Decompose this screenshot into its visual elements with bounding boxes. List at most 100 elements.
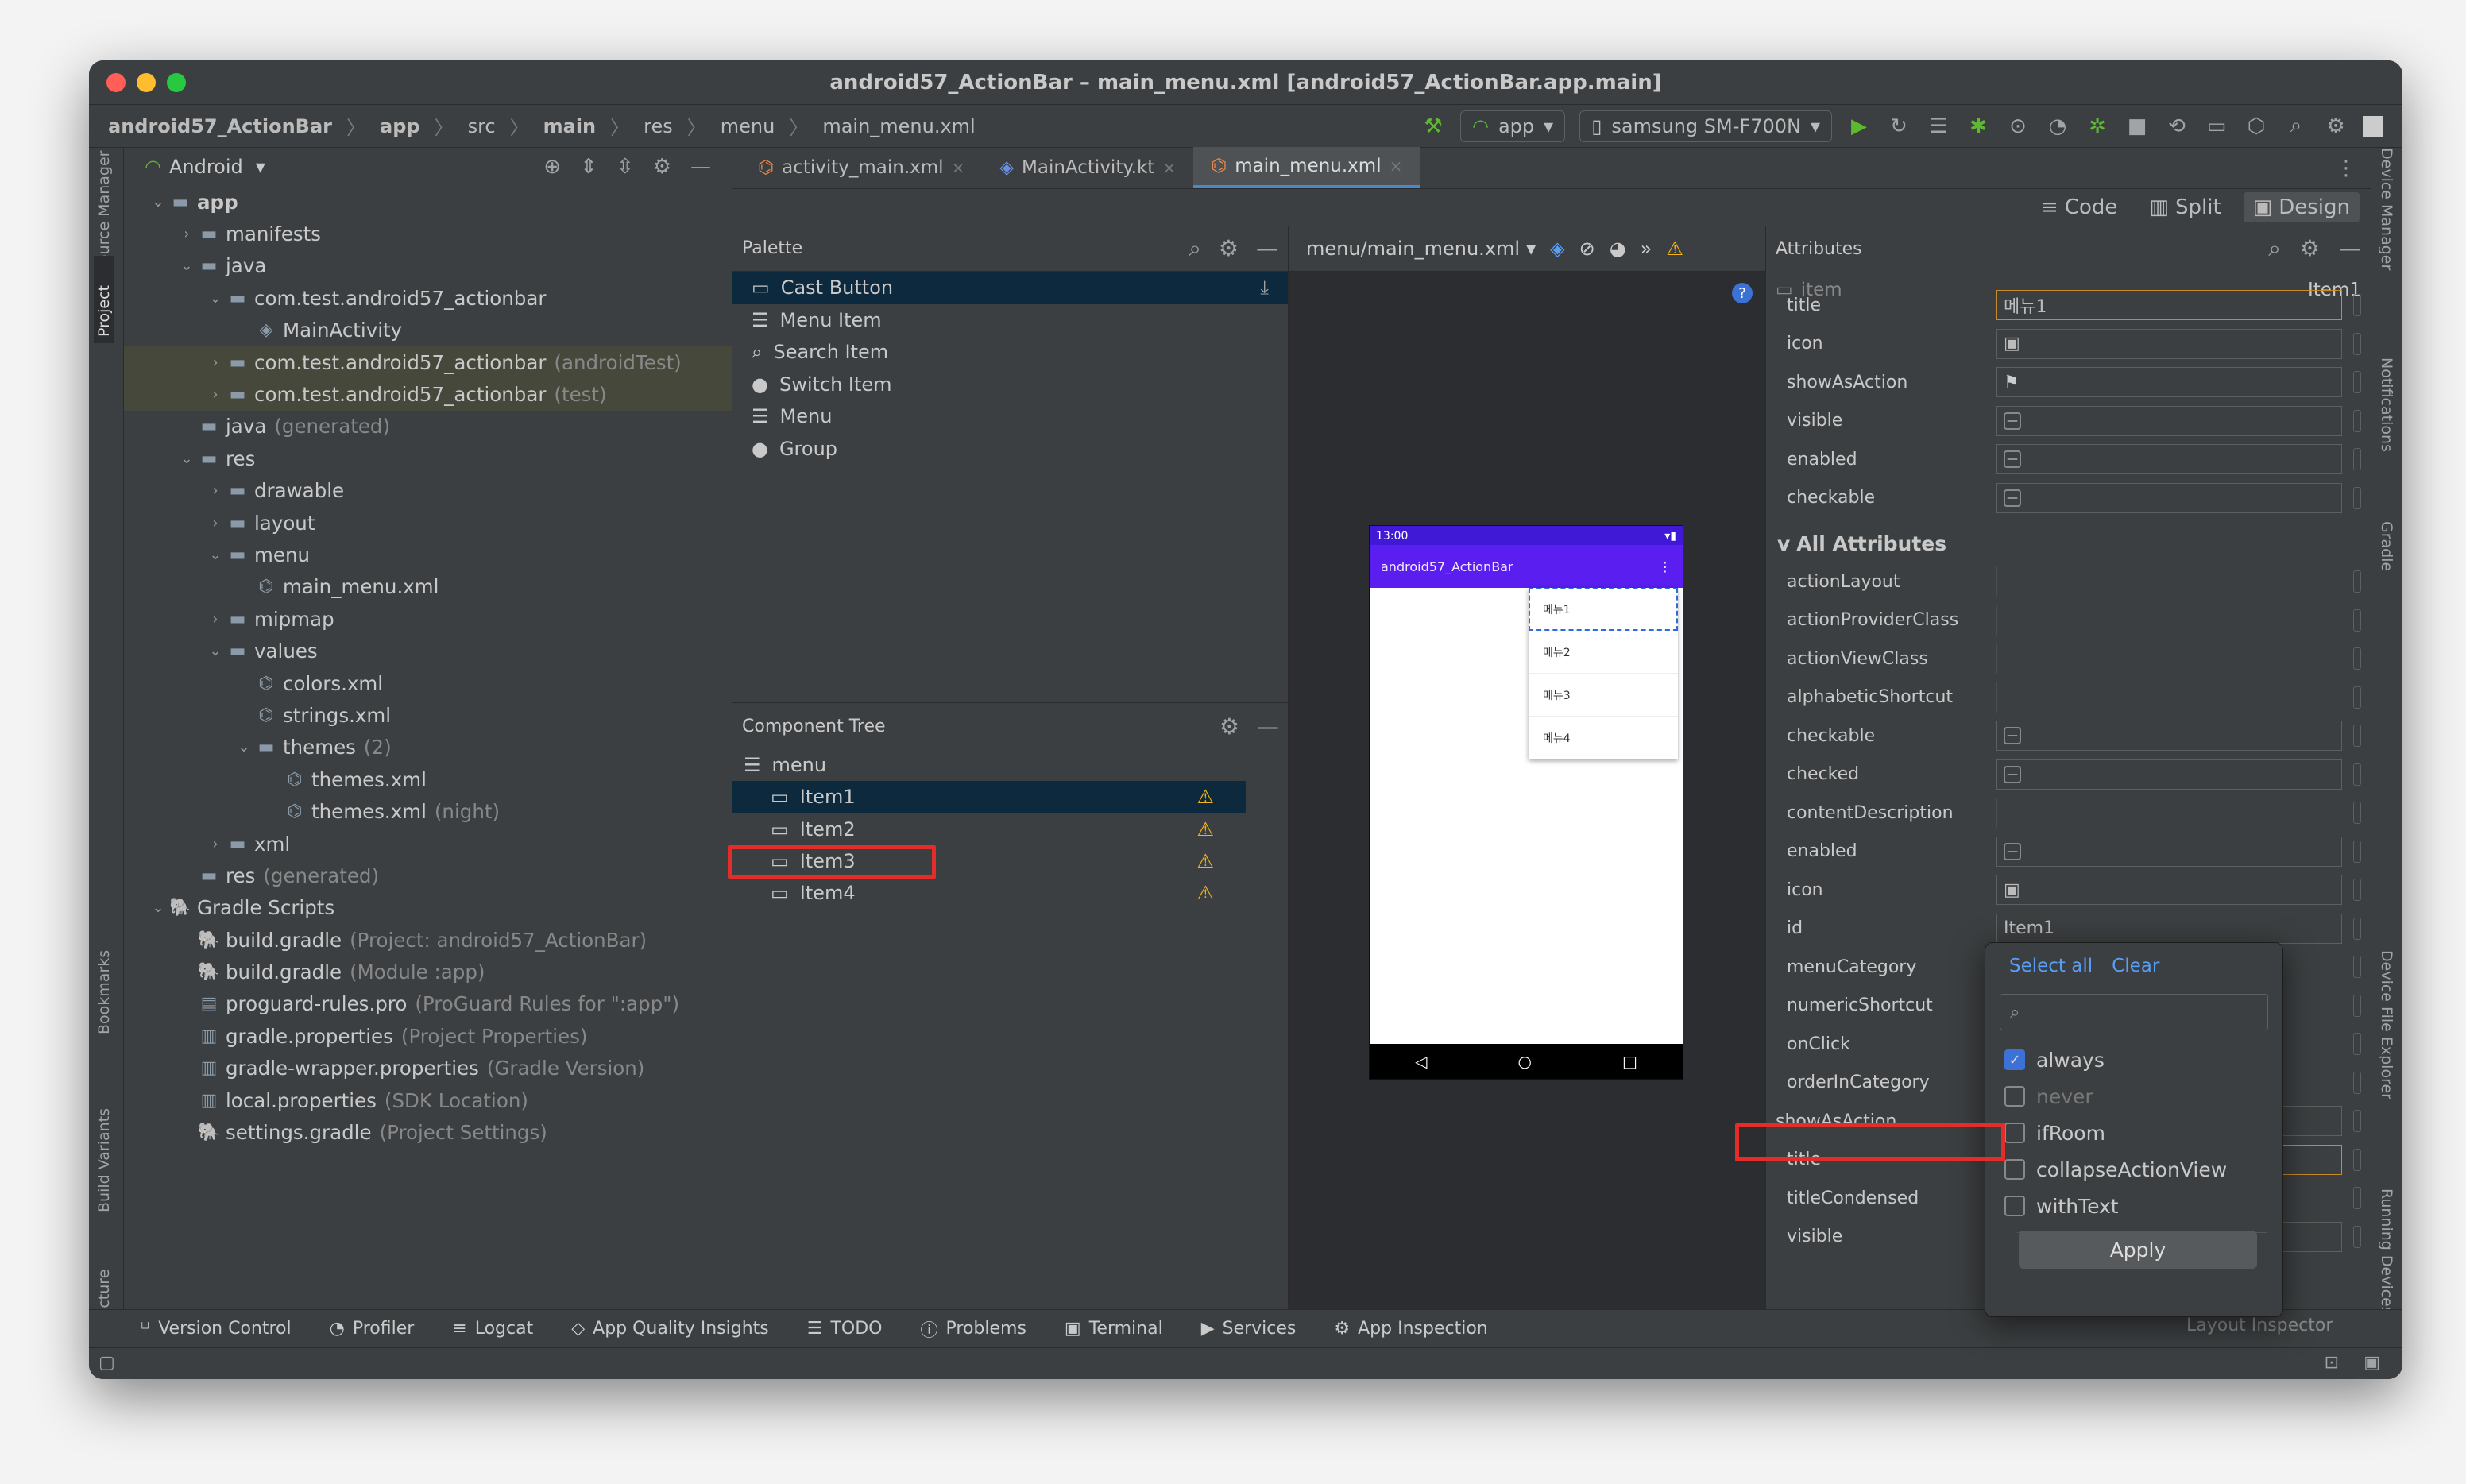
all-attributes-header[interactable]: v All Attributes xyxy=(1766,524,2371,562)
tree-node[interactable]: › ▬ mipmap xyxy=(124,603,732,635)
attribute-option-handle[interactable] xyxy=(2353,840,2361,863)
chevron-down-icon[interactable]: ⌄ xyxy=(148,899,168,916)
tree-node[interactable]: ⌄ ▬ com.test.android57_actionbar xyxy=(124,282,732,314)
breadcrumb-item[interactable]: main_menu.xml xyxy=(822,115,975,137)
design-surface-icon[interactable]: ◈ xyxy=(1550,238,1564,260)
chevron-down-icon[interactable]: ⌄ xyxy=(148,194,168,211)
preview-menu-item[interactable]: 메뉴2 xyxy=(1529,631,1678,674)
hide-icon[interactable]: — xyxy=(2339,235,2361,262)
code-mode-button[interactable]: ≡ Code xyxy=(2031,192,2127,222)
gear-icon[interactable]: ⚙ xyxy=(1219,713,1239,740)
attribute-option-handle[interactable] xyxy=(2353,570,2361,593)
tree-node[interactable]: ⌬ themes.xml xyxy=(124,763,732,795)
tree-node[interactable]: ⌄ ▬ app xyxy=(124,186,732,218)
preview-menu-item[interactable]: 메뉴1 xyxy=(1529,588,1678,631)
gear-icon[interactable]: ⚙ xyxy=(2323,114,2348,139)
close-tab-icon[interactable]: × xyxy=(952,158,965,177)
device-file-explorer-tab[interactable]: Device File Explorer xyxy=(2378,950,2395,1149)
attribute-option-handle[interactable] xyxy=(2353,448,2361,471)
tree-node[interactable]: ⌄ ▬ themes (2) xyxy=(124,732,732,763)
tree-node[interactable]: 🐘 settings.gradle (Project Settings) xyxy=(124,1116,732,1148)
tristate-checkbox[interactable]: — xyxy=(2004,727,2021,745)
warning-icon[interactable]: ⚠ xyxy=(1196,882,1214,904)
bottom-tool-tab[interactable]: ⚙ App Inspection xyxy=(1334,1319,1487,1339)
attribute-value-input[interactable]: — xyxy=(1996,405,2342,436)
tree-node[interactable]: › ▬ drawable xyxy=(124,475,732,507)
attribute-value-input[interactable]: 메뉴1 xyxy=(1996,290,2342,321)
checkbox[interactable]: ✓ xyxy=(2004,1049,2025,1070)
home-icon[interactable]: ○ xyxy=(1518,1052,1532,1071)
layout-inspector-label[interactable]: Layout Inspector xyxy=(2186,1316,2333,1335)
tree-node[interactable]: › ▬ com.test.android57_actionbar (test) xyxy=(124,378,732,411)
chevron-right-icon[interactable]: › xyxy=(205,836,226,852)
attribute-option-handle[interactable] xyxy=(2353,1148,2361,1171)
attribute-option-handle[interactable] xyxy=(2353,802,2361,825)
debug-icon[interactable]: ✱ xyxy=(1965,114,1991,139)
attribute-option-handle[interactable] xyxy=(2353,1225,2361,1248)
flag-option[interactable]: collapseActionView xyxy=(1985,1151,2282,1188)
attribute-value-input[interactable]: ▣ xyxy=(1996,875,2342,906)
layout-toggle-icon[interactable]: ▢ xyxy=(99,1353,115,1373)
search-icon[interactable]: ⌕ xyxy=(2283,114,2309,139)
chevron-right-icon[interactable]: › xyxy=(205,515,226,531)
palette-item[interactable]: ☰ Menu xyxy=(732,400,1288,433)
apply-changes-icon[interactable]: ↻ xyxy=(1886,114,1911,139)
attribute-option-handle[interactable] xyxy=(2353,1071,2361,1094)
attribute-value-input[interactable]: — xyxy=(1996,444,2342,475)
tree-node[interactable]: ⌬ themes.xml (night) xyxy=(124,795,732,827)
chevron-down-icon[interactable]: ▾ xyxy=(256,156,265,178)
bottom-tool-tab[interactable]: ≡ Logcat xyxy=(452,1319,533,1339)
breadcrumb-item[interactable]: android57_ActionBar xyxy=(108,115,332,137)
attribute-option-handle[interactable] xyxy=(2353,1110,2361,1133)
tristate-checkbox[interactable]: — xyxy=(2004,489,2021,507)
breadcrumb-item[interactable]: src xyxy=(468,115,496,137)
minimize-window-button[interactable] xyxy=(137,73,156,92)
chevron-down-icon[interactable]: ⌄ xyxy=(205,547,226,563)
build-hammer-icon[interactable]: ⚒ xyxy=(1420,114,1446,139)
chevron-right-icon[interactable]: › xyxy=(205,354,226,371)
palette-item[interactable]: ● Group xyxy=(732,433,1288,466)
tree-node[interactable]: ⌬ main_menu.xml xyxy=(124,571,732,603)
download-icon[interactable]: ⤓ xyxy=(1260,276,1269,299)
phone-preview[interactable]: 13:00 ▾▮ android57_ActionBar ⋮ 메뉴1 메뉴2 메뉴3 메뉴… xyxy=(1370,526,1683,1079)
tree-node[interactable]: 🐘 build.gradle (Project: android57_ActionB… xyxy=(124,924,732,956)
editor-tab[interactable]: ◈ MainActivity.kt × xyxy=(982,147,1193,188)
stop-icon[interactable]: ■ xyxy=(2124,114,2150,139)
avatar[interactable] xyxy=(2363,115,2383,137)
attach-debugger-icon[interactable]: ⊙ xyxy=(2005,114,2031,139)
collapse-all-icon[interactable]: ⇳ xyxy=(616,155,634,179)
palette-item[interactable]: ☰ Menu Item xyxy=(732,304,1288,337)
hide-icon[interactable]: — xyxy=(1256,235,1278,262)
attribute-option-handle[interactable] xyxy=(2353,686,2361,709)
palette-item[interactable]: ● Switch Item xyxy=(732,369,1288,401)
sdk-manager-icon[interactable]: ⬡ xyxy=(2244,114,2269,139)
tree-node[interactable]: › ▬ manifests xyxy=(124,218,732,249)
attribute-value-input[interactable]: — xyxy=(1996,482,2342,513)
hide-icon[interactable]: — xyxy=(690,155,711,179)
attribute-value-input[interactable]: — xyxy=(1996,721,2342,752)
warning-icon[interactable]: ⚠ xyxy=(1196,786,1214,808)
chevron-down-icon[interactable]: ⌄ xyxy=(176,450,197,467)
attribute-value-input[interactable]: ⚑ xyxy=(1996,367,2342,398)
project-view-selector[interactable]: Android xyxy=(169,156,243,178)
profile-icon[interactable]: ◔ xyxy=(2045,114,2070,139)
gear-icon[interactable]: ⚙ xyxy=(1219,235,1239,262)
bottom-tool-tab[interactable]: ▣ Terminal xyxy=(1065,1319,1163,1339)
flag-option[interactable]: never xyxy=(1985,1078,2282,1115)
tree-node[interactable]: ⌬ colors.xml xyxy=(124,667,732,699)
bottom-tool-tab[interactable]: ⓘ Problems xyxy=(920,1316,1026,1342)
bottom-tool-tab[interactable]: ⑂ Version Control xyxy=(140,1319,292,1339)
theme-icon[interactable]: ◕ xyxy=(1610,238,1626,260)
chevron-down-icon[interactable]: ⌄ xyxy=(176,257,197,274)
device-manager-icon[interactable]: ▭ xyxy=(2204,114,2229,139)
bottom-tool-tab[interactable]: ◇ App Quality Insights xyxy=(571,1319,769,1339)
breadcrumb-item[interactable]: app xyxy=(380,115,420,137)
sync-gradle-icon[interactable]: ⟲ xyxy=(2164,114,2190,139)
preview-menu-item[interactable]: 메뉴4 xyxy=(1529,717,1678,759)
tree-node[interactable]: ◈ MainActivity xyxy=(124,315,732,346)
attribute-option-handle[interactable] xyxy=(2353,294,2361,317)
checkbox[interactable] xyxy=(2004,1086,2025,1107)
attribute-option-handle[interactable] xyxy=(2353,1033,2361,1056)
chevron-down-icon[interactable]: ⌄ xyxy=(205,290,226,307)
attribute-option-handle[interactable] xyxy=(2353,409,2361,432)
